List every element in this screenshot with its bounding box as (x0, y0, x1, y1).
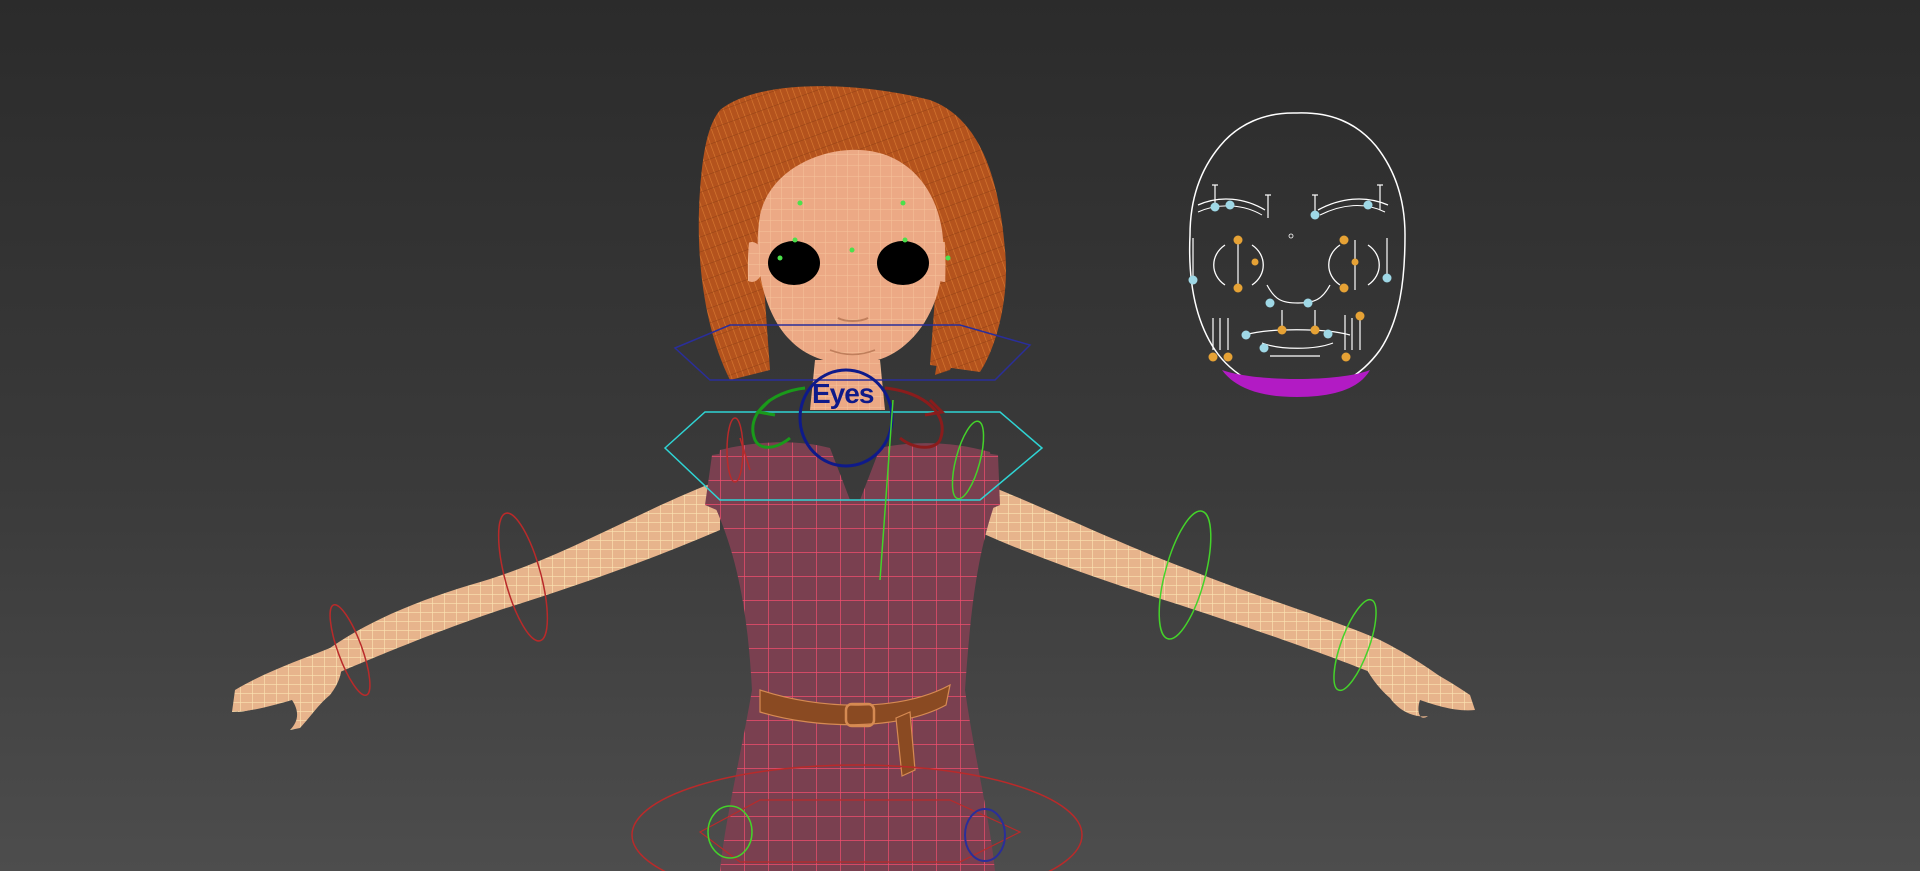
face-gui-outline (1188, 112, 1406, 395)
eyes-control-label: Eyes (812, 378, 874, 409)
character-mesh[interactable] (232, 86, 1475, 871)
dress-mesh (712, 442, 996, 871)
right-eye (877, 241, 929, 285)
face-gui-joints[interactable] (1208, 235, 1365, 362)
3d-viewport[interactable]: Eyes (0, 0, 1920, 871)
left-hand-mesh (232, 648, 342, 730)
head-control-left[interactable] (751, 386, 806, 449)
facial-control-gui[interactable] (1188, 112, 1406, 397)
head-control-right[interactable] (884, 386, 944, 449)
jaw-control[interactable] (1222, 370, 1370, 397)
right-hand-mesh (1360, 640, 1475, 718)
left-eye (768, 241, 820, 285)
